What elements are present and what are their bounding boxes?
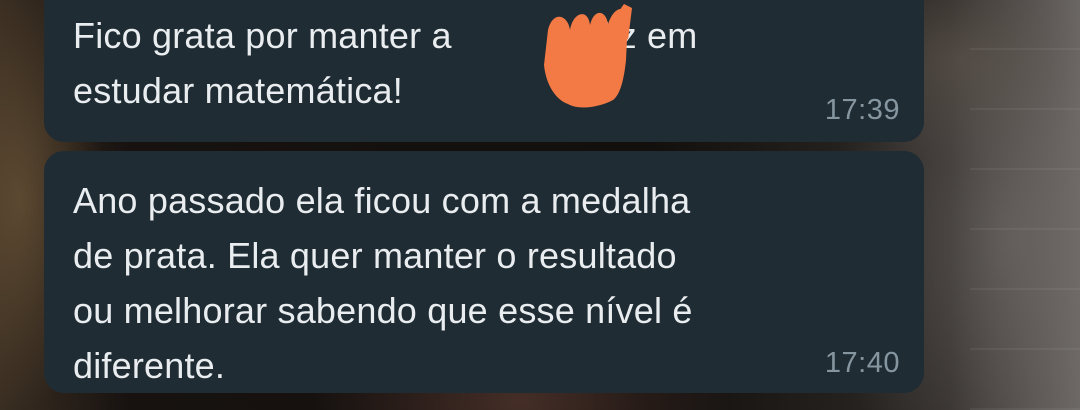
message-bubble-1[interactable]: Fico grata por manter a feliz em estudar … xyxy=(44,0,924,142)
message-2-timestamp: 17:40 xyxy=(824,347,900,379)
message-1-line1-start: Fico grata por manter a xyxy=(73,15,452,56)
message-2-line-2: de prata. Ela quer manter o resultado xyxy=(73,235,677,276)
message-2-line-4: diferente. xyxy=(73,345,226,386)
message-2-line-1: Ano passado ela ficou com a medalha xyxy=(73,180,691,221)
message-1-timestamp: 17:39 xyxy=(824,94,900,126)
message-1-line2: estudar matemática! xyxy=(73,70,403,111)
message-bubble-2[interactable]: Ano passado ela ficou com a medalha de pr… xyxy=(44,151,924,393)
message-1-text: Fico grata por manter a feliz em estudar … xyxy=(73,8,833,118)
message-2-text: Ano passado ela ficou com a medalha de pr… xyxy=(73,173,833,393)
redaction-scribble-icon xyxy=(544,4,632,108)
message-2-line-3: ou melhorar sabendo que esse nível é xyxy=(73,290,693,331)
wallpaper-tiles xyxy=(970,0,1080,410)
